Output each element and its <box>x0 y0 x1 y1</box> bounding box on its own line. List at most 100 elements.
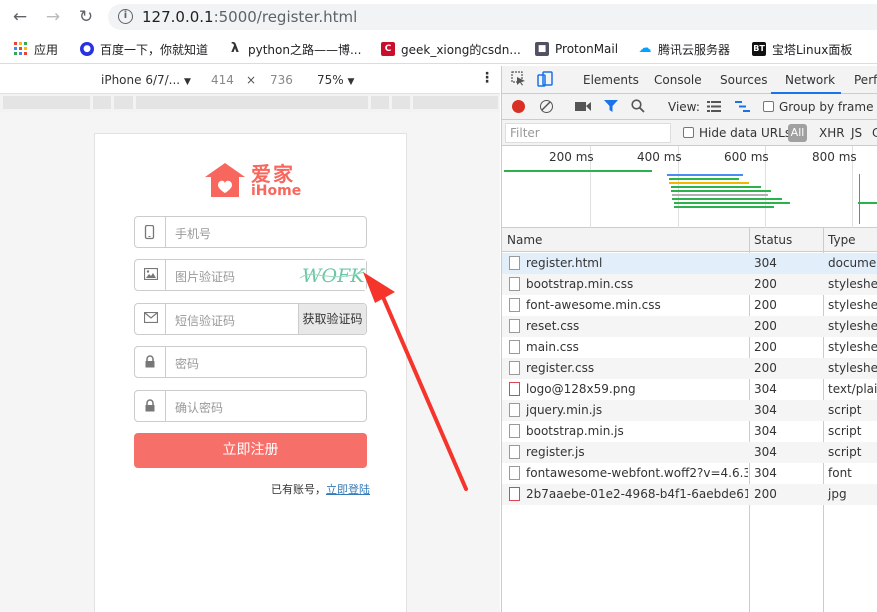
request-name: register.html <box>526 256 603 270</box>
request-type: stylesheet <box>828 277 877 291</box>
table-row[interactable]: register.css 200 stylesheet <box>502 358 877 379</box>
table-row[interactable]: logo@128x59.png 304 text/plain <box>502 379 877 400</box>
file-icon <box>509 361 520 375</box>
lock-icon <box>135 347 166 377</box>
request-name: logo@128x59.png <box>526 382 636 396</box>
request-type: documen <box>828 256 877 270</box>
search-icon[interactable] <box>631 99 645 116</box>
csdn-c-icon: C <box>381 42 395 56</box>
request-status: 304 <box>754 466 777 480</box>
filter-css-button[interactable]: C <box>872 126 877 140</box>
file-icon <box>509 298 520 312</box>
request-status: 200 <box>754 340 777 354</box>
image-file-icon <box>509 487 520 501</box>
table-row[interactable]: register.html 304 documen <box>502 253 877 274</box>
record-icon[interactable] <box>512 100 525 113</box>
request-type: script <box>828 403 862 417</box>
reload-icon[interactable]: ↻ <box>75 6 97 28</box>
table-row[interactable]: bootstrap.min.css 200 stylesheet <box>502 274 877 295</box>
sms-code-input[interactable]: 短信验证码 获取验证码 <box>134 303 367 335</box>
request-status: 200 <box>754 361 777 375</box>
more-options-icon[interactable]: ⋮ <box>480 70 494 86</box>
bookmark-python[interactable]: λ python之路——博... <box>228 41 362 57</box>
info-icon[interactable]: i <box>118 9 133 24</box>
table-row[interactable]: bootstrap.min.js 304 script <box>502 421 877 442</box>
filter-funnel-icon[interactable] <box>604 100 618 116</box>
password-input[interactable]: 密码 <box>134 346 367 378</box>
timeline-tick: 400 ms <box>637 150 682 164</box>
requests-table-header: Name Status Type <box>502 228 877 252</box>
back-arrow-icon[interactable]: ← <box>9 6 31 28</box>
register-button[interactable]: 立即注册 <box>134 433 367 468</box>
request-name: 2b7aaebe-01e2-4968-b4f1-6aebde611... <box>526 487 748 501</box>
filter-all-button[interactable]: All <box>788 124 807 142</box>
table-row[interactable]: jquery.min.js 304 script <box>502 400 877 421</box>
tab-elements[interactable]: Elements <box>583 73 639 87</box>
python-script-icon: λ <box>230 41 240 56</box>
filter-input[interactable]: Filter <box>505 123 671 143</box>
apps-grid-icon <box>14 42 28 56</box>
hide-data-urls-checkbox[interactable]: Hide data URLs <box>683 126 791 140</box>
bookmark-tencent-cloud[interactable]: ☁ 腾讯云服务器 <box>638 41 731 57</box>
tab-network[interactable]: Network <box>785 73 835 87</box>
media-query-ruler <box>0 94 500 112</box>
column-status[interactable]: Status <box>754 233 792 247</box>
file-icon <box>509 319 520 333</box>
table-row[interactable]: main.css 200 stylesheet <box>502 337 877 358</box>
forward-arrow-icon[interactable]: → <box>42 6 64 28</box>
network-toolbar: View: Group by frame <box>502 94 877 120</box>
table-row[interactable]: 2b7aaebe-01e2-4968-b4f1-6aebde611... 200 j… <box>502 484 877 505</box>
file-icon <box>509 277 520 291</box>
request-type: script <box>828 424 862 438</box>
request-type: stylesheet <box>828 361 877 375</box>
file-icon <box>509 445 520 459</box>
filter-xhr-button[interactable]: XHR <box>819 126 845 140</box>
device-select[interactable]: iPhone 6/7/... ▼ <box>101 73 191 87</box>
request-status: 200 <box>754 298 777 312</box>
bookmark-bt-panel[interactable]: BT 宝塔Linux面板 <box>752 41 852 57</box>
device-width-input[interactable]: 414 <box>211 73 234 87</box>
list-view-icon[interactable] <box>707 101 721 115</box>
tab-performance[interactable]: Perfo <box>854 73 877 87</box>
phone-number-input[interactable]: 手机号 <box>134 216 367 248</box>
confirm-password-input[interactable]: 确认密码 <box>134 390 367 422</box>
column-type[interactable]: Type <box>828 233 856 247</box>
baidu-paw-icon: ● <box>80 42 94 56</box>
lock-icon <box>135 391 166 421</box>
table-row[interactable]: register.js 304 script <box>502 442 877 463</box>
waterfall-view-icon[interactable] <box>735 101 750 115</box>
device-height-input[interactable]: 736 <box>270 73 293 87</box>
zoom-select[interactable]: 75% ▼ <box>317 73 354 87</box>
bookmarks-bar: 应用 ● 百度一下，你就知道 λ python之路——博... Cgeek_xion… <box>0 34 877 64</box>
bookmark-csdn[interactable]: Cgeek_xiong的csdn... <box>381 41 521 57</box>
file-icon <box>509 466 520 480</box>
tencent-cloud-icon: ☁ <box>638 41 652 56</box>
request-status: 304 <box>754 445 777 459</box>
table-row[interactable]: fontawesome-webfont.woff2?v=4.6.3 304 font <box>502 463 877 484</box>
request-name: reset.css <box>526 319 580 333</box>
request-name: main.css <box>526 340 579 354</box>
devtools-panel: Elements Console Sources Network Perfo V… <box>501 66 877 612</box>
tab-sources[interactable]: Sources <box>720 73 767 87</box>
envelope-icon <box>135 304 166 334</box>
bookmark-apps[interactable]: 应用 <box>14 41 58 57</box>
inspect-element-icon[interactable] <box>511 71 526 89</box>
device-toggle-icon[interactable] <box>537 71 553 90</box>
file-icon <box>509 403 520 417</box>
table-row[interactable]: font-awesome.min.css 200 stylesheet <box>502 295 877 316</box>
request-type: script <box>828 445 862 459</box>
image-captcha-input[interactable]: 图片验证码 WOFK <box>134 259 367 291</box>
request-name: font-awesome.min.css <box>526 298 661 312</box>
view-label: View: <box>668 100 700 114</box>
clear-icon[interactable] <box>540 100 553 113</box>
filter-js-button[interactable]: JS <box>851 126 862 140</box>
screenshot-camera-icon[interactable] <box>575 101 591 115</box>
bookmark-baidu[interactable]: ● 百度一下，你就知道 <box>80 41 208 57</box>
bookmark-protonmail[interactable]: ■ ProtonMail <box>535 41 618 57</box>
url-omnibox[interactable]: i 127.0.0.1:5000/register.html <box>108 4 877 30</box>
tab-console[interactable]: Console <box>654 73 702 87</box>
table-row[interactable]: reset.css 200 stylesheet <box>502 316 877 337</box>
group-by-frame-checkbox[interactable]: Group by frame <box>763 100 873 114</box>
picture-icon <box>135 260 166 290</box>
column-name[interactable]: Name <box>507 233 542 247</box>
